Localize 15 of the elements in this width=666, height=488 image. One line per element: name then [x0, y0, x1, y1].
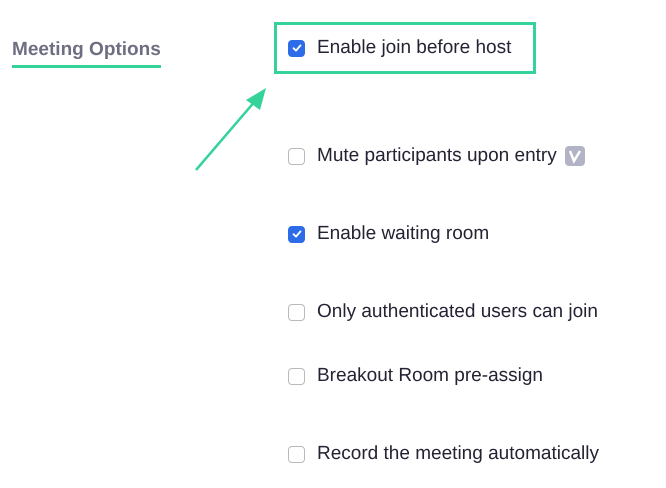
option-label: Mute participants upon entry	[317, 145, 557, 167]
checkbox[interactable]	[288, 304, 305, 320]
checkbox[interactable]	[288, 148, 305, 164]
check-icon	[290, 42, 302, 54]
option-label: Record the meeting automatically	[317, 443, 599, 465]
checkbox[interactable]	[288, 446, 305, 462]
option-label: Only authenticated users can join	[317, 301, 598, 323]
section-title: Meeting Options	[12, 39, 161, 68]
option-label: Enable waiting room	[317, 223, 490, 245]
checkbox[interactable]	[288, 40, 305, 56]
option-label: Enable join before host	[317, 37, 512, 59]
option-label: Breakout Room pre-assign	[317, 365, 543, 387]
check-icon	[290, 228, 302, 240]
checkbox[interactable]	[288, 368, 305, 384]
checkbox[interactable]	[288, 226, 305, 242]
